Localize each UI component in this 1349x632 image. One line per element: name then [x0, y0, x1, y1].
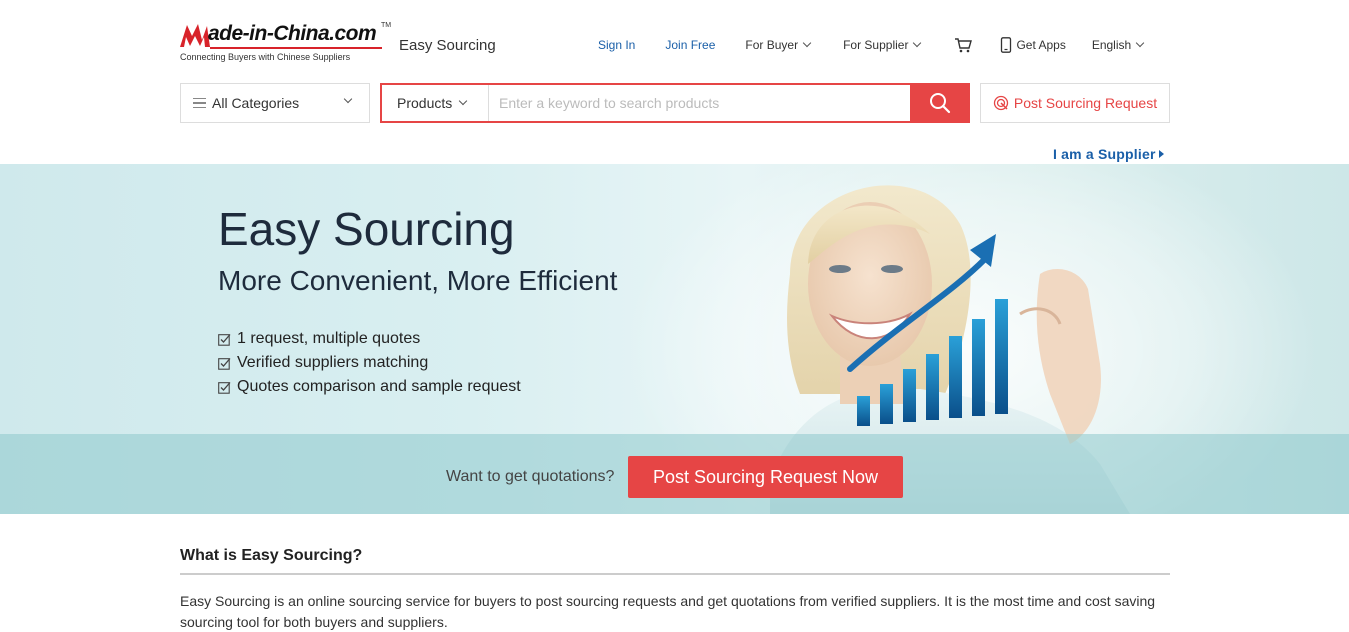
all-categories-dropdown[interactable]: All Categories	[180, 83, 370, 123]
logo-wordmark: ade-in-China.com	[208, 22, 377, 45]
search-icon	[929, 93, 950, 114]
search-type-label: Products	[397, 95, 453, 111]
get-apps-label: Get Apps	[1016, 38, 1066, 52]
search-input[interactable]	[489, 85, 910, 121]
logo-underline	[210, 47, 382, 49]
post-request-label: Post Sourcing Request	[1013, 95, 1158, 111]
logo-tagline: Connecting Buyers with Chinese Suppliers	[180, 52, 351, 62]
chevron-down-icon	[459, 96, 468, 106]
post-sourcing-request-now-button[interactable]: Post Sourcing Request Now	[628, 456, 903, 498]
target-pin-icon	[993, 95, 1009, 111]
category-label: All Categories	[212, 95, 300, 111]
banner-subtitle: More Convenient, More Efficient	[218, 265, 618, 296]
for-supplier-menu[interactable]: For Supplier	[843, 38, 922, 52]
checkbox-checked-icon	[218, 381, 231, 394]
feature-text: Verified suppliers matching	[237, 354, 429, 371]
cta-prompt: Want to get quotations?	[446, 468, 615, 485]
language-label: English	[1091, 38, 1132, 52]
join-free-link[interactable]: Join Free	[665, 38, 715, 52]
section-body: Easy Sourcing is an online sourcing serv…	[180, 593, 1156, 630]
logo-m-icon	[180, 24, 210, 47]
for-buyer-label: For Buyer	[745, 38, 799, 52]
chevron-down-icon	[343, 94, 353, 104]
section-heading: What is Easy Sourcing?	[180, 547, 363, 564]
feature-text: Quotes comparison and sample request	[237, 378, 521, 395]
search-type-dropdown[interactable]: Products	[382, 85, 489, 121]
cart-button[interactable]	[954, 37, 973, 53]
chevron-down-icon	[802, 38, 812, 48]
feature-item: Verified suppliers matching	[218, 351, 521, 375]
shopping-cart-icon	[955, 38, 973, 53]
menu-bars-icon	[193, 98, 206, 108]
mobile-phone-icon	[1001, 37, 1012, 53]
supplier-link-label: I am a Supplier	[1053, 146, 1156, 162]
for-buyer-menu[interactable]: For Buyer	[745, 38, 812, 52]
site-header: ade-in-China.com TM Connecting Buyers wi…	[180, 0, 1170, 90]
i-am-a-supplier-link[interactable]: I am a Supplier	[1053, 146, 1164, 162]
feature-item: 1 request, multiple quotes	[218, 327, 521, 351]
arrow-right-icon	[1158, 150, 1164, 158]
feature-list: 1 request, multiple quotes Verified supp…	[218, 327, 521, 399]
checkbox-checked-icon	[218, 357, 231, 370]
checkbox-checked-icon	[218, 333, 231, 346]
post-sourcing-request-button[interactable]: Post Sourcing Request	[980, 83, 1170, 123]
get-apps-link[interactable]: Get Apps	[1000, 37, 1066, 53]
top-nav: Sign In Join Free For Buyer For Supplier…	[598, 37, 1145, 53]
feature-item: Quotes comparison and sample request	[218, 375, 521, 399]
section-divider	[180, 573, 1170, 575]
chevron-down-icon	[913, 38, 922, 48]
section-title[interactable]: Easy Sourcing	[399, 37, 496, 54]
logo-trademark: TM	[381, 22, 392, 29]
for-supplier-label: For Supplier	[843, 38, 909, 52]
hero-banner: Easy Sourcing More Convenient, More Effi…	[0, 164, 1349, 514]
feature-text: 1 request, multiple quotes	[237, 330, 421, 347]
language-menu[interactable]: English	[1091, 38, 1145, 52]
sign-in-link[interactable]: Sign In	[598, 38, 635, 52]
made-in-china-logo[interactable]: ade-in-China.com TM Connecting Buyers wi…	[180, 22, 395, 66]
search-button[interactable]	[910, 85, 969, 121]
chevron-down-icon	[1135, 38, 1145, 48]
search-bar: Products	[380, 83, 970, 123]
banner-title: Easy Sourcing	[218, 203, 515, 255]
